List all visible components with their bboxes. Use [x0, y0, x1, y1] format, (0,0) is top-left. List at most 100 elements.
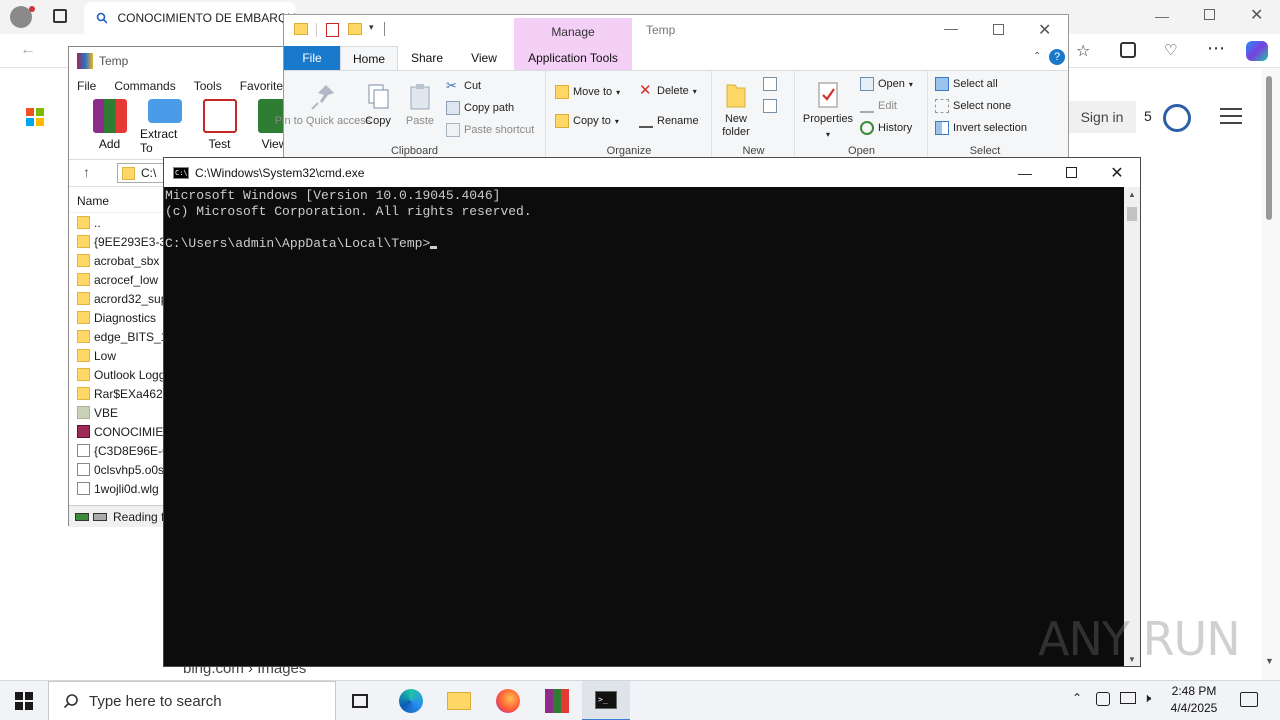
new-folder-quick-icon[interactable]: [348, 23, 362, 35]
firefox-taskbar-button[interactable]: [484, 681, 532, 720]
console-prompt: C:\Users\admin\AppData\Local\Temp>: [165, 236, 431, 251]
menu-favorites[interactable]: Favorites: [240, 79, 289, 93]
rewards-icon[interactable]: [1163, 104, 1191, 132]
paste-shortcut-button[interactable]: Paste shortcut: [446, 123, 534, 137]
up-folder-icon[interactable]: ↑: [83, 164, 90, 180]
network-icon[interactable]: [1120, 692, 1136, 704]
extract-to-button[interactable]: Extract To: [140, 99, 189, 155]
rewards-count: 5: [1144, 108, 1152, 124]
folder-icon: [77, 235, 90, 248]
console-line: (c) Microsoft Corporation. All rights re…: [165, 204, 532, 219]
file-name: CONOCIMIEN: [94, 424, 172, 439]
file-explorer-taskbar-button[interactable]: [435, 681, 483, 720]
file-name: acrocef_low: [94, 272, 159, 287]
task-view-button[interactable]: [336, 681, 384, 720]
menu-commands[interactable]: Commands: [114, 79, 175, 93]
scroll-down-icon[interactable]: ▼: [1265, 656, 1274, 666]
cut-label: Cut: [464, 80, 482, 92]
close-icon[interactable]: ✕: [1094, 158, 1140, 187]
search-placeholder: Type here to search: [89, 692, 222, 710]
select-none-button[interactable]: Select none: [935, 99, 1011, 113]
notifications-icon[interactable]: [1240, 692, 1258, 707]
console-scrollbar-thumb[interactable]: [1127, 207, 1137, 221]
back-icon[interactable]: ←: [20, 41, 36, 59]
copy-path-button[interactable]: Copy path: [446, 101, 514, 115]
tab-file[interactable]: File: [284, 46, 340, 70]
edit-button[interactable]: Edit: [860, 99, 897, 113]
minimize-icon[interactable]: —: [944, 20, 958, 36]
key-icon: [93, 512, 107, 521]
test-button[interactable]: Test: [195, 99, 244, 155]
paste-button[interactable]: Paste: [402, 81, 438, 128]
move-to-button[interactable]: Move to ▾: [555, 85, 620, 99]
extract-to-label: Extract To: [140, 127, 178, 155]
cmd-taskbar-button[interactable]: >_: [582, 681, 630, 720]
collapse-ribbon-icon[interactable]: ⌃: [1033, 51, 1041, 62]
tab-title: CONOCIMIENTO DE EMBARQUE: [117, 11, 296, 25]
close-icon[interactable]: ✕: [1250, 5, 1263, 25]
menu-tools[interactable]: Tools: [194, 79, 222, 93]
cut-button[interactable]: ✂ Cut: [446, 79, 481, 93]
help-icon[interactable]: ?: [1049, 49, 1065, 65]
taskbar-search-box[interactable]: Type here to search: [48, 681, 336, 720]
show-hidden-icons-icon[interactable]: ⌃: [1072, 691, 1082, 705]
properties-button[interactable]: Properties ▾: [800, 79, 856, 141]
maximize-icon[interactable]: [1048, 158, 1094, 187]
security-icon[interactable]: [1096, 692, 1110, 706]
more-icon[interactable]: ⋯: [1207, 38, 1225, 59]
pin-quick-access-button[interactable]: Pin to Quick access: [275, 81, 371, 128]
easy-access-icon[interactable]: [763, 99, 777, 113]
taskbar-clock[interactable]: 2:48 PM 4/4/2025: [1160, 683, 1228, 717]
task-view-icon: [352, 694, 368, 708]
minimize-icon[interactable]: —: [1002, 158, 1048, 187]
minimize-icon[interactable]: —: [1155, 8, 1169, 24]
properties-quick-icon[interactable]: [326, 23, 339, 37]
menu-file[interactable]: File: [77, 79, 96, 93]
file-icon: [77, 463, 90, 476]
favorites-icon[interactable]: ☆: [1076, 41, 1090, 61]
browser-essentials-icon[interactable]: ♡: [1164, 41, 1177, 59]
new-folder-button[interactable]: New folder: [717, 79, 755, 139]
column-name-label: Name: [77, 193, 110, 208]
copy-button[interactable]: Copy: [360, 81, 396, 128]
open-button[interactable]: Open ▾: [860, 77, 913, 91]
copy-to-button[interactable]: Copy to ▾: [555, 114, 619, 128]
tab-view[interactable]: View: [456, 46, 512, 70]
winrar-taskbar-button[interactable]: [533, 681, 581, 720]
folder-icon: [77, 349, 90, 362]
console-prompt-line[interactable]: C:\Users\admin\AppData\Local\Temp>: [165, 236, 1123, 252]
folder-icon: [294, 23, 308, 35]
firefox-icon: [496, 689, 520, 713]
restore-icon[interactable]: [1204, 9, 1215, 20]
close-icon[interactable]: ✕: [1038, 20, 1051, 40]
hamburger-menu-icon[interactable]: [1220, 108, 1242, 124]
maximize-icon[interactable]: [993, 24, 1004, 35]
delete-button[interactable]: ✕ Delete ▾: [639, 83, 697, 98]
new-folder-label: New folder: [722, 113, 750, 138]
new-item-icon[interactable]: [763, 77, 777, 91]
console-scrollbar[interactable]: ▲ ▼: [1124, 187, 1140, 666]
tab-home[interactable]: Home: [340, 46, 398, 70]
select-all-button[interactable]: Select all: [935, 77, 998, 91]
invert-selection-button[interactable]: Invert selection: [935, 121, 1027, 135]
start-button[interactable]: [0, 681, 48, 720]
collections-icon[interactable]: [1120, 42, 1136, 58]
browser-tab[interactable]: CONOCIMIENTO DE EMBARQUE: [84, 2, 296, 34]
file-icon: [77, 406, 90, 419]
edge-taskbar-button[interactable]: [387, 681, 435, 720]
volume-icon[interactable]: 🕨: [1143, 690, 1151, 706]
tab-share[interactable]: Share: [398, 46, 456, 70]
add-button[interactable]: Add: [85, 99, 134, 155]
console-output[interactable]: Microsoft Windows [Version 10.0.19045.40…: [164, 187, 1124, 666]
history-button[interactable]: History: [860, 121, 912, 135]
tab-actions-icon[interactable]: [53, 9, 67, 23]
page-scrollbar-thumb[interactable]: [1266, 76, 1272, 220]
drive-icon: [75, 512, 89, 521]
customize-quick-access-icon[interactable]: ▾: [369, 22, 374, 33]
invert-selection-icon: [935, 121, 949, 135]
scroll-up-icon[interactable]: ▲: [1124, 190, 1140, 199]
copilot-icon[interactable]: [1246, 41, 1268, 61]
sign-in-button[interactable]: Sign in: [1068, 101, 1136, 133]
rename-button[interactable]: Rename: [639, 114, 699, 128]
tab-application-tools[interactable]: Application Tools: [514, 46, 632, 70]
